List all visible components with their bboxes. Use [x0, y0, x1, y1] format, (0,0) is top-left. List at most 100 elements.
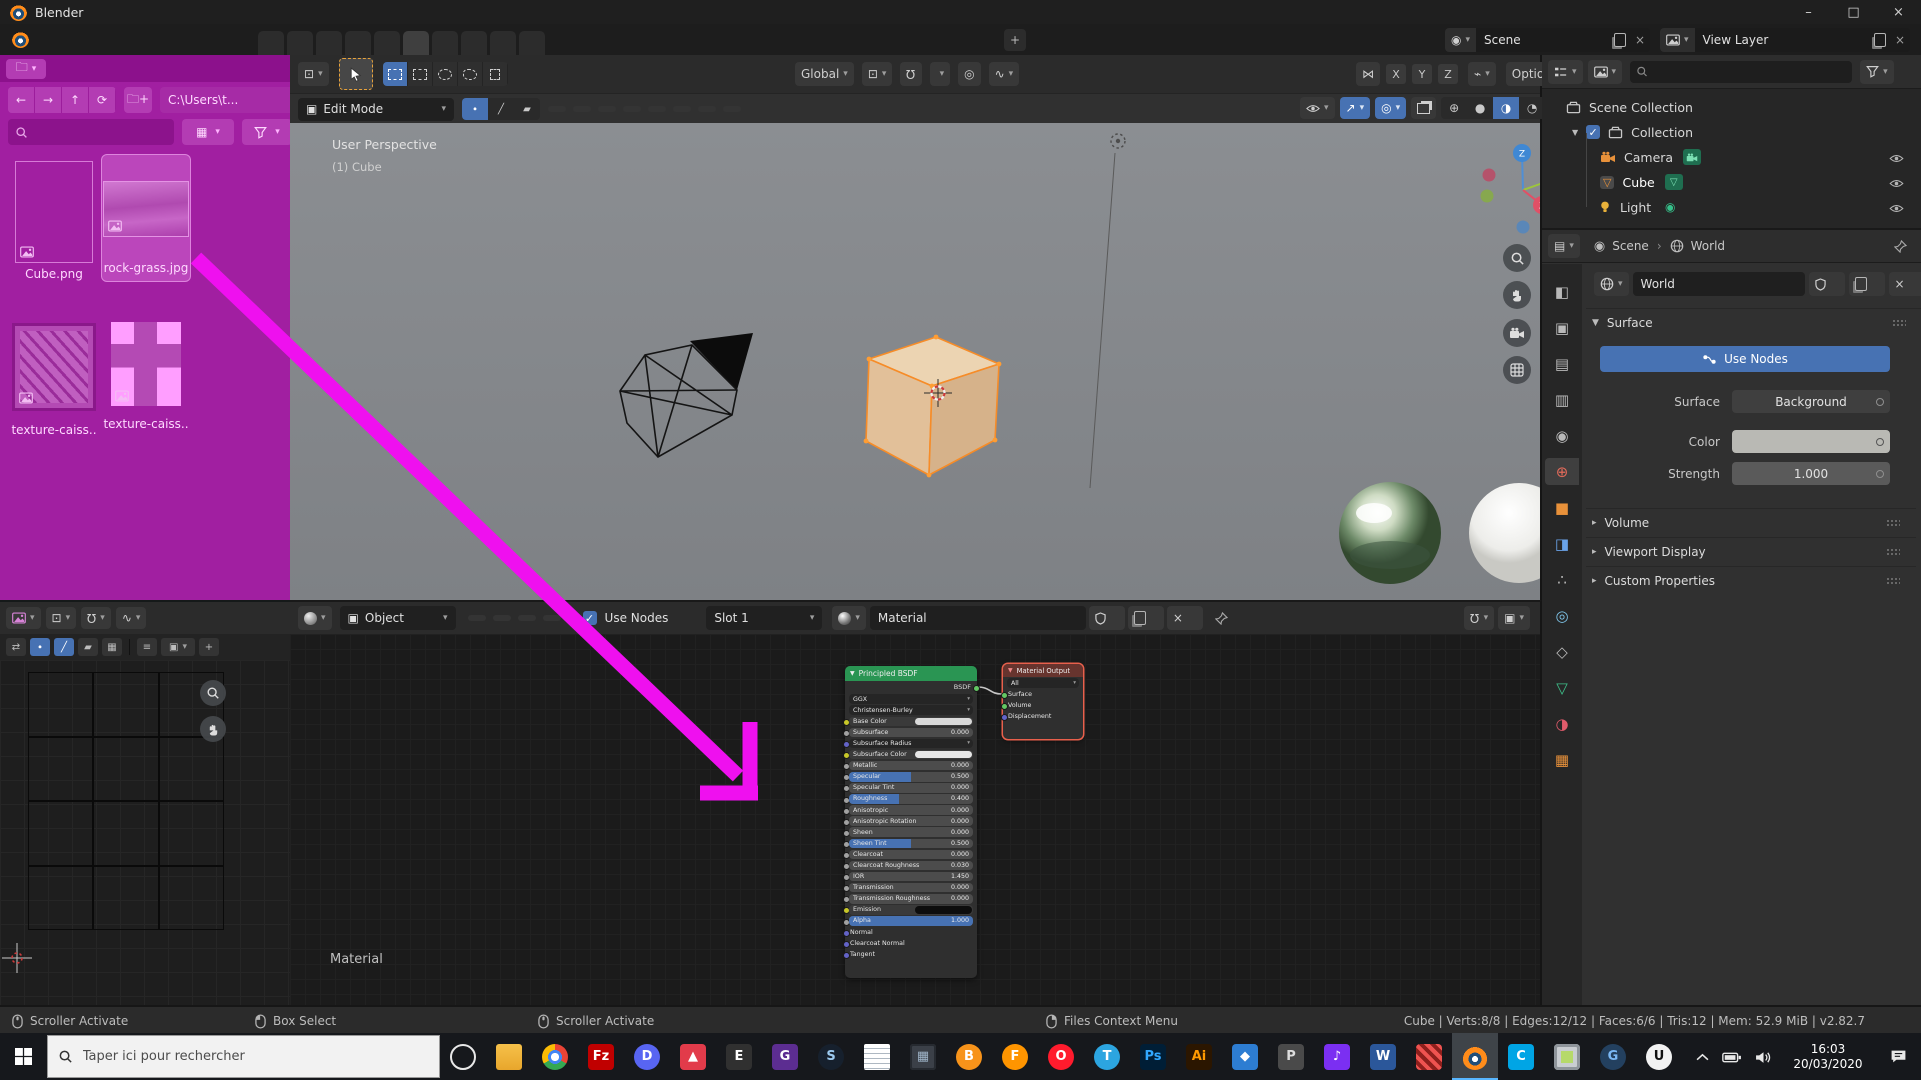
taskbar-app[interactable]: S [808, 1033, 854, 1080]
taskbar-app[interactable]: B [946, 1033, 992, 1080]
node-row[interactable]: Emission [849, 905, 973, 915]
uv-zoom-icon[interactable] [200, 680, 226, 706]
mirror-z-button[interactable]: Z [1438, 64, 1458, 84]
select-extend-icon[interactable] [483, 62, 508, 86]
view-layer-icon[interactable]: ▾ [1660, 28, 1695, 52]
uv-pivot-icon[interactable]: ⊡▾ [46, 607, 77, 629]
viewport-menu-item[interactable] [723, 106, 741, 112]
uv-menu-icon[interactable]: ≡ [137, 638, 157, 656]
taskbar-app[interactable]: O [1038, 1033, 1084, 1080]
remove-view-layer-icon[interactable]: × [1890, 33, 1910, 47]
menu-item[interactable] [36, 36, 54, 44]
world-name-field[interactable]: World [1633, 272, 1805, 296]
battery-icon[interactable] [1722, 1050, 1742, 1064]
material-name-field[interactable]: Material [870, 606, 1086, 630]
node-row[interactable]: Transmission 0.000 [849, 883, 973, 893]
material-copy-icon[interactable] [1128, 606, 1164, 630]
taskbar-app[interactable]: ▦ [900, 1033, 946, 1080]
scene-icon[interactable]: ◉▾ [1445, 28, 1476, 52]
viewport-menu-item[interactable] [648, 106, 666, 112]
properties-tab[interactable]: ∴ [1545, 566, 1579, 593]
node-row[interactable]: Sheen Tint 0.500 [849, 838, 973, 848]
node-row[interactable]: Subsurface 0.000 [849, 727, 973, 737]
node-row[interactable]: Anisotropic Rotation 0.000 [849, 816, 973, 826]
uv-select-edge-icon[interactable]: ╱ [54, 638, 74, 656]
camera-view-icon[interactable] [1503, 319, 1531, 347]
collection-checkbox[interactable]: ✓ [1586, 125, 1600, 139]
taskbar-app[interactable]: Ai [1176, 1033, 1222, 1080]
shader-canvas[interactable]: Material ▼Principled BSDF BSDF GGX [290, 634, 1540, 1007]
overlays-dropdown-icon[interactable]: ◎▾ [1375, 97, 1406, 119]
properties-tab[interactable]: ◨ [1545, 530, 1579, 557]
light-row[interactable]: Light ◉ [1600, 195, 1918, 219]
viewport-canvas[interactable]: User Perspective (1) Cube [290, 123, 1540, 600]
outliner-search-input[interactable] [1630, 61, 1852, 83]
material-browse-icon[interactable]: ▾ [832, 606, 866, 630]
light-data-icon[interactable]: ◉ [1661, 199, 1679, 215]
node-row-swatch[interactable] [915, 751, 972, 759]
face-mode-icon[interactable]: ▰ [514, 98, 540, 120]
material-fake-user-icon[interactable] [1089, 606, 1125, 630]
node-row[interactable]: All [1007, 678, 1079, 688]
bsdf-output-socket[interactable] [973, 685, 981, 693]
eye-icon[interactable] [1889, 150, 1904, 165]
shader-menu-item[interactable] [493, 615, 511, 621]
pivot-point-icon[interactable]: ⊡▾ [862, 62, 893, 86]
image-editor-type-icon[interactable]: ▾ [6, 607, 41, 629]
taskbar-app[interactable]: W [1360, 1033, 1406, 1080]
pin-icon[interactable] [1894, 239, 1907, 253]
workspace-tab[interactable] [287, 31, 313, 55]
mirror-y-button[interactable]: Y [1412, 64, 1432, 84]
node-row[interactable]: Sheen 0.000 [849, 827, 973, 837]
up-icon[interactable]: ↑ [62, 87, 89, 113]
new-folder-icon[interactable]: 🗀+ [124, 87, 152, 113]
file-item[interactable]: Cube.png [10, 155, 98, 287]
axis-gizmo[interactable]: Z Y X [1481, 144, 1541, 234]
taskbar-clock[interactable]: 16:03 20/03/2020 [1785, 1042, 1871, 1072]
properties-section[interactable]: ▸ Viewport Display [1586, 537, 1916, 566]
visibility-dropdown-icon[interactable]: ▾ [1300, 97, 1335, 119]
viewport-menu-item[interactable] [698, 106, 716, 112]
taskbar-app[interactable]: Ps [1130, 1033, 1176, 1080]
tool-dropdown-icon[interactable]: ⊡▾ [298, 62, 329, 86]
maximize-button[interactable]: □ [1831, 0, 1876, 24]
cube-row[interactable]: ▽ Cube ▽ [1600, 170, 1918, 194]
node-row[interactable]: Clearcoat Normal [849, 938, 973, 948]
node-row[interactable]: Clearcoat Roughness 0.030 [849, 861, 973, 871]
node-row[interactable]: Metallic 0.000 [849, 761, 973, 771]
unlink-datablock-icon[interactable]: × [1889, 272, 1921, 296]
file-browser-menu-item[interactable] [54, 66, 78, 72]
uv-snap-icon[interactable]: Ω▾ [81, 607, 111, 629]
node-row-swatch[interactable] [915, 718, 972, 726]
workspace-tab[interactable] [519, 31, 545, 55]
taskbar-app[interactable] [532, 1033, 578, 1080]
taskbar-app[interactable]: ♪ [1314, 1033, 1360, 1080]
refresh-icon[interactable]: ⟳ [89, 87, 116, 113]
breadcrumb-context[interactable]: World [1691, 239, 1725, 253]
path-field[interactable]: C:\Users\t... [160, 87, 310, 113]
new-view-layer-icon[interactable] [1870, 33, 1890, 47]
strength-field[interactable]: 1.000 [1732, 462, 1890, 485]
node-row[interactable]: Subsurface Color [849, 750, 973, 760]
viewport-menu-item[interactable] [598, 106, 616, 112]
file-browser-menu-item[interactable] [78, 66, 102, 72]
start-button[interactable] [0, 1033, 47, 1080]
properties-tab[interactable]: ◇ [1545, 638, 1579, 665]
taskbar-search-input[interactable] [81, 1048, 385, 1065]
shader-snap-icon[interactable]: Ω▾ [1464, 606, 1494, 630]
taskbar-app[interactable]: U [1636, 1033, 1682, 1080]
node-row[interactable]: Specular Tint 0.000 [849, 783, 973, 793]
viewport-menu-item[interactable] [573, 106, 591, 112]
shader-menu-item[interactable] [518, 615, 536, 621]
menu-item[interactable] [90, 36, 108, 44]
slot-dropdown[interactable]: Slot 1▾ [706, 606, 822, 630]
node-row[interactable]: Transmission Roughness 0.000 [849, 894, 973, 904]
file-item[interactable]: texture-caiss.. [10, 313, 98, 443]
material-unlink-icon[interactable]: × [1167, 606, 1203, 630]
close-button[interactable]: × [1876, 0, 1921, 24]
node-row[interactable]: Displacement [1007, 711, 1079, 721]
properties-tab[interactable]: ◉ [1545, 422, 1579, 449]
taskbar-app[interactable]: G [762, 1033, 808, 1080]
display-mode-icon[interactable]: ▦▾ [182, 119, 234, 145]
node-row[interactable]: Specular 0.500 [849, 772, 973, 782]
